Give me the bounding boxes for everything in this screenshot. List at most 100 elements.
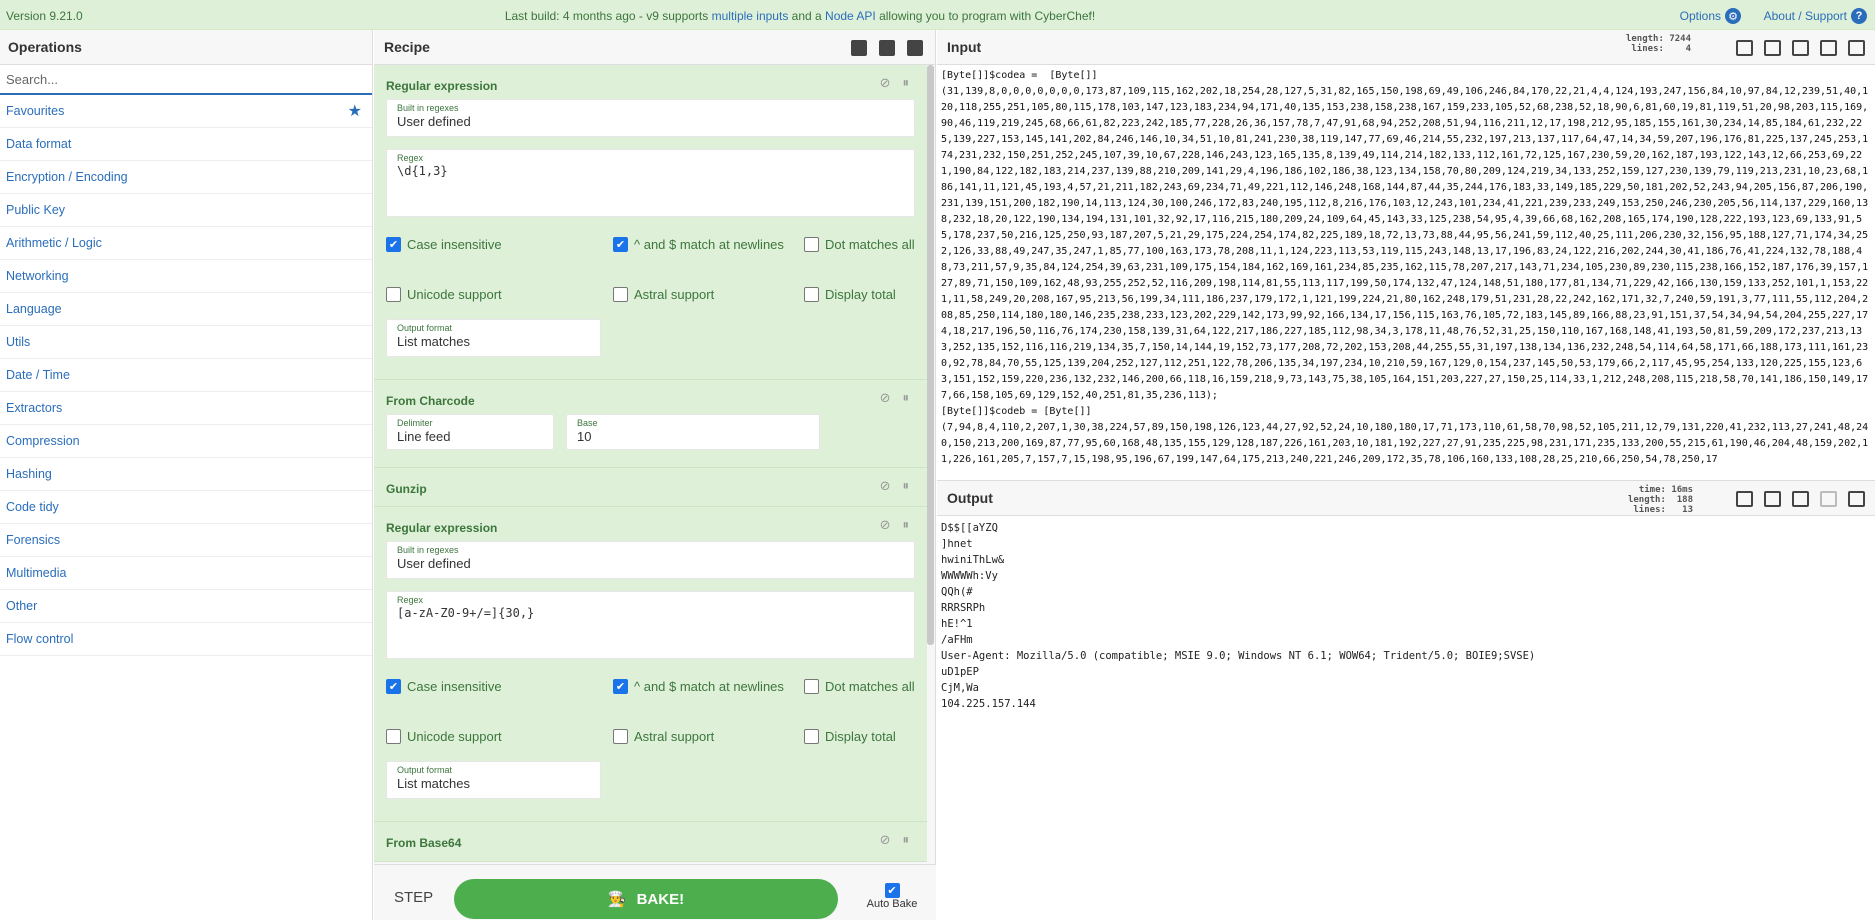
breakpoint-icon[interactable]: ⏸	[903, 478, 910, 494]
load-recipe-icon[interactable]	[879, 40, 895, 56]
clear-recipe-icon[interactable]	[907, 40, 923, 56]
output-line: /aFHm	[941, 634, 973, 646]
category-networking[interactable]: Networking	[0, 260, 372, 293]
maximize-icon[interactable]	[1848, 491, 1865, 507]
breakpoint-icon[interactable]: ⏸	[903, 390, 910, 406]
builtin-regexes-select[interactable]: Built in regexes User defined	[386, 541, 915, 579]
category-public-key[interactable]: Public Key	[0, 194, 372, 227]
about-support-button[interactable]: About / Support ?	[1764, 8, 1867, 24]
op-from-charcode[interactable]: From Charcode ⊘ ⏸ Delimiter Line feed Bas…	[374, 380, 927, 468]
disable-op-icon[interactable]: ⊘	[880, 75, 891, 91]
copy-output-icon[interactable]	[1764, 491, 1781, 507]
op-title: From Charcode	[386, 394, 475, 408]
op-title: Regular expression	[386, 521, 498, 535]
recipe-scrollbar[interactable]	[927, 65, 934, 645]
category-encryption-encoding[interactable]: Encryption / Encoding	[0, 161, 372, 194]
category-date-time[interactable]: Date / Time	[0, 359, 372, 392]
category-list: Favourites ★ Data format Encryption / Encod…	[0, 95, 372, 656]
category-language[interactable]: Language	[0, 293, 372, 326]
output-line: hE!^1	[941, 618, 973, 630]
breakpoint-icon[interactable]: ⏸	[903, 517, 910, 533]
category-extractors[interactable]: Extractors	[0, 392, 372, 425]
bake-button[interactable]: 👨‍🍳 BAKE!	[454, 879, 838, 919]
output-line: WWWWWh:Vy	[941, 570, 998, 582]
operations-search-input[interactable]: Search...	[0, 65, 372, 95]
clear-input-icon[interactable]	[1820, 40, 1837, 56]
multiple-inputs-link[interactable]: multiple inputs	[712, 9, 789, 23]
gear-icon: ⚙	[1725, 8, 1741, 24]
options-button[interactable]: Options ⚙	[1680, 8, 1741, 24]
star-icon: ★	[347, 103, 362, 120]
operations-pane: Operations Search... Favourites ★ Data for…	[0, 30, 373, 920]
help-icon: ?	[1851, 8, 1867, 24]
recipe-pane: Recipe Regular expression ⊘ ⏸ Built in re…	[374, 30, 936, 920]
display-total-checkbox[interactable]: Display total	[804, 286, 896, 302]
reset-layout-icon[interactable]	[1848, 40, 1865, 56]
output-line: CjM,Wa	[941, 682, 979, 694]
disable-op-icon[interactable]: ⊘	[880, 832, 891, 848]
breakpoint-icon[interactable]: ⏸	[903, 75, 910, 91]
save-recipe-icon[interactable]	[851, 40, 867, 56]
output-line: User-Agent: Mozilla/5.0 (compatible; MSI…	[941, 650, 1536, 662]
category-code-tidy[interactable]: Code tidy	[0, 491, 372, 524]
op-regular-expression-2[interactable]: Regular expression ⊘ ⏸ Built in regexes U…	[374, 507, 927, 822]
replace-input-icon[interactable]	[1792, 491, 1809, 507]
category-hashing[interactable]: Hashing	[0, 458, 372, 491]
multiline-checkbox[interactable]: ✔ ^ and $ match at newlines	[613, 236, 804, 252]
output-format-select[interactable]: Output format List matches	[386, 761, 601, 799]
dotall-checkbox[interactable]: Dot matches all	[804, 678, 915, 694]
input-stats: length: 7244 lines: 4	[1625, 34, 1691, 54]
unicode-checkbox[interactable]: Unicode support	[386, 286, 613, 302]
case-insensitive-checkbox[interactable]: ✔ Case insensitive	[386, 678, 613, 694]
disable-op-icon[interactable]: ⊘	[880, 390, 891, 406]
add-tab-icon[interactable]	[1736, 40, 1753, 56]
output-format-select[interactable]: Output format List matches	[386, 319, 601, 357]
output-line: QQh(#	[941, 586, 973, 598]
case-insensitive-checkbox[interactable]: ✔ Case insensitive	[386, 236, 613, 252]
base-input[interactable]: Base 10	[566, 414, 820, 450]
category-flow-control[interactable]: Flow control	[0, 623, 372, 656]
step-button[interactable]: STEP	[394, 889, 433, 906]
output-title: Output time: 16ms length: 188 lines: 13	[937, 481, 1875, 516]
builtin-regexes-select[interactable]: Built in regexes User defined	[386, 99, 915, 137]
regex-input[interactable]: Regex [a-zA-Z0-9+/=]{30,}	[386, 591, 915, 659]
output-text[interactable]: D$$[[aYZQ]hnet hwiniThLw& WWWWWh:Vy QQh(# RR…	[937, 516, 1875, 716]
op-title: From Base64	[386, 836, 462, 850]
unicode-checkbox[interactable]: Unicode support	[386, 728, 613, 744]
output-stats: time: 16ms length: 188 lines: 13	[1627, 485, 1693, 515]
astral-checkbox[interactable]: Astral support	[613, 286, 804, 302]
display-total-checkbox[interactable]: Display total	[804, 728, 896, 744]
op-from-base64[interactable]: From Base64 ⊘ ⏸	[374, 822, 927, 862]
category-multimedia[interactable]: Multimedia	[0, 557, 372, 590]
input-textarea[interactable]: [Byte[]]$codea = [Byte[]] (31,139,8,0,0,…	[937, 65, 1875, 465]
undo-icon[interactable]	[1820, 491, 1837, 507]
category-compression[interactable]: Compression	[0, 425, 372, 458]
save-output-icon[interactable]	[1736, 491, 1753, 507]
op-gunzip[interactable]: Gunzip ⊘ ⏸	[374, 468, 927, 507]
category-utils[interactable]: Utils	[0, 326, 372, 359]
output-pane: Output time: 16ms length: 188 lines: 13 …	[937, 480, 1875, 920]
category-data-format[interactable]: Data format	[0, 128, 372, 161]
disable-op-icon[interactable]: ⊘	[880, 478, 891, 494]
disable-op-icon[interactable]: ⊘	[880, 517, 891, 533]
multiline-checkbox[interactable]: ✔ ^ and $ match at newlines	[613, 678, 804, 694]
category-favourites[interactable]: Favourites ★	[0, 95, 372, 128]
auto-bake-checkbox[interactable]: ✔ Auto Bake	[862, 883, 922, 910]
category-forensics[interactable]: Forensics	[0, 524, 372, 557]
breakpoint-icon[interactable]: ⏸	[903, 832, 910, 848]
op-title: Regular expression	[386, 79, 498, 93]
open-folder-icon[interactable]	[1764, 40, 1781, 56]
open-file-icon[interactable]	[1792, 40, 1809, 56]
top-banner: Version 9.21.0 Last build: 4 months ago …	[0, 0, 1875, 30]
output-line: D$$[[aYZQ	[941, 522, 998, 534]
recipe-operations: Regular expression ⊘ ⏸ Built in regexes U…	[374, 65, 927, 863]
output-line: RRRSRPh	[941, 602, 986, 614]
node-api-link[interactable]: Node API	[825, 9, 876, 23]
regex-input[interactable]: Regex \d{1,3}	[386, 149, 915, 217]
delimiter-select[interactable]: Delimiter Line feed	[386, 414, 554, 450]
category-arithmetic-logic[interactable]: Arithmetic / Logic	[0, 227, 372, 260]
dotall-checkbox[interactable]: Dot matches all	[804, 236, 915, 252]
op-regular-expression-1[interactable]: Regular expression ⊘ ⏸ Built in regexes U…	[374, 65, 927, 380]
astral-checkbox[interactable]: Astral support	[613, 728, 804, 744]
category-other[interactable]: Other	[0, 590, 372, 623]
